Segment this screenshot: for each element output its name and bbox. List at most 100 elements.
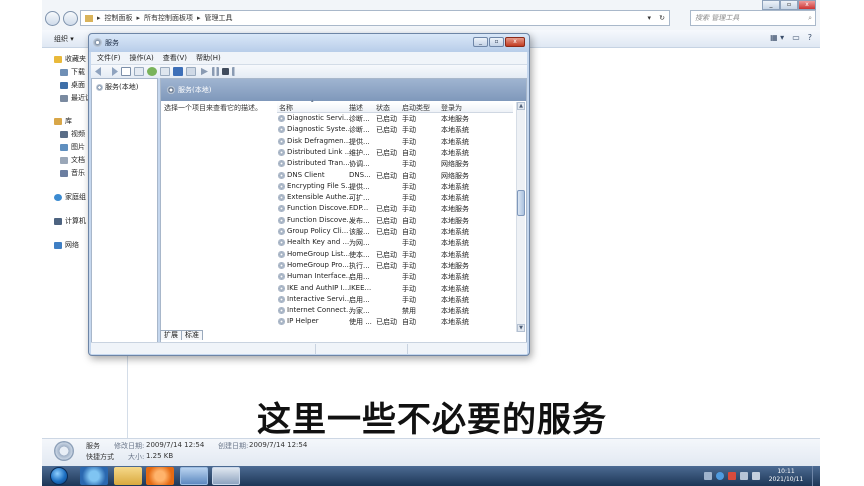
desktop-icon: [60, 81, 68, 89]
properties-icon[interactable]: [134, 67, 144, 76]
tree-node-services-local[interactable]: 服务(本地): [96, 82, 138, 92]
table-row[interactable]: Distributed Tran... 协调... 手动 网络服务: [277, 158, 513, 169]
nav-libraries[interactable]: 库: [54, 116, 72, 126]
table-row[interactable]: Distributed Link ... 维护... 已启动 自动 本地系统: [277, 147, 513, 158]
scroll-thumb[interactable]: [517, 190, 525, 216]
minimize-button[interactable]: _: [473, 37, 488, 47]
organize-button[interactable]: 组织 ▾: [54, 34, 74, 44]
preview-pane-icon[interactable]: ▭: [792, 33, 800, 42]
table-row[interactable]: Function Discove... 发布... 已启动 自动 本地服务: [277, 215, 513, 226]
menu-help[interactable]: 帮助(H): [196, 53, 221, 63]
services-titlebar[interactable]: 服务 _ ▫ x: [89, 34, 529, 52]
forward-arrow-icon[interactable]: [112, 67, 118, 76]
table-row[interactable]: Diagnostic Servi... 诊断... 已启动 手动 本地服务: [277, 113, 513, 124]
pause-service-icon[interactable]: [212, 67, 219, 76]
clock-time: 10:11: [777, 468, 795, 475]
maximize-button[interactable]: ▫: [489, 37, 504, 47]
nav-documents[interactable]: 文档: [60, 155, 85, 165]
view-tabs: 扩展 标准: [160, 330, 460, 340]
nav-music[interactable]: 音乐: [60, 168, 85, 178]
breadcrumb-all-items[interactable]: 所有控制面板项: [144, 13, 193, 23]
col-log-on-as[interactable]: 登录为: [441, 103, 462, 113]
breadcrumb-control-panel[interactable]: 控制面板: [105, 13, 133, 23]
table-row[interactable]: Human Interface... 启用... 手动 本地系统: [277, 271, 513, 282]
nav-downloads[interactable]: 下载: [60, 67, 85, 77]
nav-pictures[interactable]: 图片: [60, 142, 85, 152]
address-dropdown-icon[interactable]: ▾: [647, 14, 651, 22]
search-input[interactable]: 搜索 管理工具 ⌕: [690, 10, 816, 26]
table-row[interactable]: IP Helper 使用 ... 已启动 自动 本地系统: [277, 316, 513, 327]
show-hide-tree-icon[interactable]: [121, 67, 131, 76]
start-button[interactable]: [50, 467, 68, 485]
menu-action[interactable]: 操作(A): [130, 53, 154, 63]
minimize-button[interactable]: _: [762, 0, 780, 10]
col-status[interactable]: 状态: [376, 103, 390, 113]
forward-button[interactable]: [63, 10, 78, 26]
col-name[interactable]: 名称: [279, 103, 293, 113]
table-row[interactable]: DNS Client DNS... 已启动 自动 网络服务: [277, 170, 513, 181]
network-tray-icon[interactable]: [740, 472, 748, 480]
help-icon[interactable]: ?: [808, 33, 812, 42]
service-status: 已启动: [376, 228, 397, 236]
address-bar[interactable]: ▸ 控制面板 ▸ 所有控制面板项 ▸ 管理工具 ▾ ↻: [80, 10, 670, 26]
nav-homegroup[interactable]: 家庭组: [54, 192, 86, 202]
menu-file[interactable]: 文件(F): [97, 53, 121, 63]
table-row[interactable]: Encrypting File S... 提供... 手动 本地系统: [277, 181, 513, 192]
maximize-button[interactable]: ▫: [780, 0, 798, 10]
nav-favorites[interactable]: 收藏夹: [54, 54, 86, 64]
nav-desktop[interactable]: 桌面: [60, 80, 85, 90]
tab-extended[interactable]: 扩展: [160, 330, 182, 340]
back-button[interactable]: [45, 10, 60, 26]
table-row[interactable]: Disk Defragmen... 提供... 手动 本地系统: [277, 136, 513, 147]
service-log-on-as: 本地系统: [441, 182, 469, 191]
view-options-icon[interactable]: ▦ ▾: [770, 33, 784, 42]
keyboard-icon[interactable]: [704, 472, 712, 480]
stop-service-icon[interactable]: [222, 68, 229, 75]
refresh-icon[interactable]: ↻: [659, 14, 665, 22]
menu-view[interactable]: 查看(V): [163, 53, 187, 63]
table-row[interactable]: Health Key and ... 为网... 手动 本地系统: [277, 237, 513, 248]
scroll-up-icon[interactable]: ▲: [517, 102, 525, 110]
start-service-icon[interactable]: [201, 67, 208, 76]
media-player-icon[interactable]: [146, 467, 174, 485]
vertical-scrollbar[interactable]: ▲ ▼: [516, 102, 525, 332]
close-button[interactable]: x: [798, 0, 816, 10]
control-panel-taskbar-icon[interactable]: [180, 467, 208, 485]
services-taskbar-icon[interactable]: [212, 467, 240, 485]
services-view-icon[interactable]: [186, 67, 196, 76]
table-row[interactable]: IKE and AuthIP I... IKEE... 手动 本地系统: [277, 283, 513, 294]
nav-computer[interactable]: 计算机: [54, 216, 86, 226]
export-list-icon[interactable]: [160, 67, 170, 76]
table-row[interactable]: Group Policy Cli... 该服... 已启动 自动 本地系统: [277, 226, 513, 237]
nav-network[interactable]: 网络: [54, 240, 79, 250]
action-center-icon[interactable]: [728, 472, 736, 480]
clock[interactable]: 10:11 2021/10/11: [764, 468, 808, 484]
col-startup-type[interactable]: 启动类型: [402, 103, 430, 113]
back-arrow-icon[interactable]: [95, 67, 101, 76]
refresh-icon[interactable]: [147, 67, 157, 76]
table-row[interactable]: Diagnostic Syste... 诊断... 已启动 手动 本地系统: [277, 124, 513, 135]
service-description: DNS...: [349, 170, 371, 179]
table-row[interactable]: HomeGroup Pro... 执行... 已启动 手动 本地服务: [277, 260, 513, 271]
service-description: 诊断...: [349, 126, 370, 135]
volume-icon[interactable]: [752, 472, 760, 480]
table-row[interactable]: Internet Connect... 为家... 禁用 本地系统: [277, 305, 513, 316]
table-row[interactable]: Interactive Servi... 启用... 手动 本地系统: [277, 294, 513, 305]
help-icon[interactable]: [173, 67, 183, 76]
show-desktop-button[interactable]: [812, 466, 820, 486]
table-row[interactable]: Function Discove... FDP... 已启动 手动 本地服务: [277, 203, 513, 214]
ie-icon[interactable]: [80, 467, 108, 485]
scroll-down-icon[interactable]: ▼: [517, 324, 525, 332]
services-gear-icon: [54, 441, 74, 461]
breadcrumb-admin-tools[interactable]: 管理工具: [205, 13, 233, 23]
nav-videos[interactable]: 视频: [60, 129, 85, 139]
explorer-taskbar-icon[interactable]: [114, 467, 142, 485]
tab-standard[interactable]: 标准: [181, 330, 203, 340]
search-icon[interactable]: ⌕: [808, 14, 812, 23]
restart-service-icon[interactable]: [232, 67, 240, 76]
help-tray-icon[interactable]: [716, 472, 724, 480]
table-row[interactable]: HomeGroup List... 使本... 已启动 手动 本地系统: [277, 249, 513, 260]
table-row[interactable]: Extensible Authe... 可扩... 手动 本地系统: [277, 192, 513, 203]
col-description[interactable]: 描述: [349, 103, 363, 113]
close-button[interactable]: x: [505, 37, 525, 47]
